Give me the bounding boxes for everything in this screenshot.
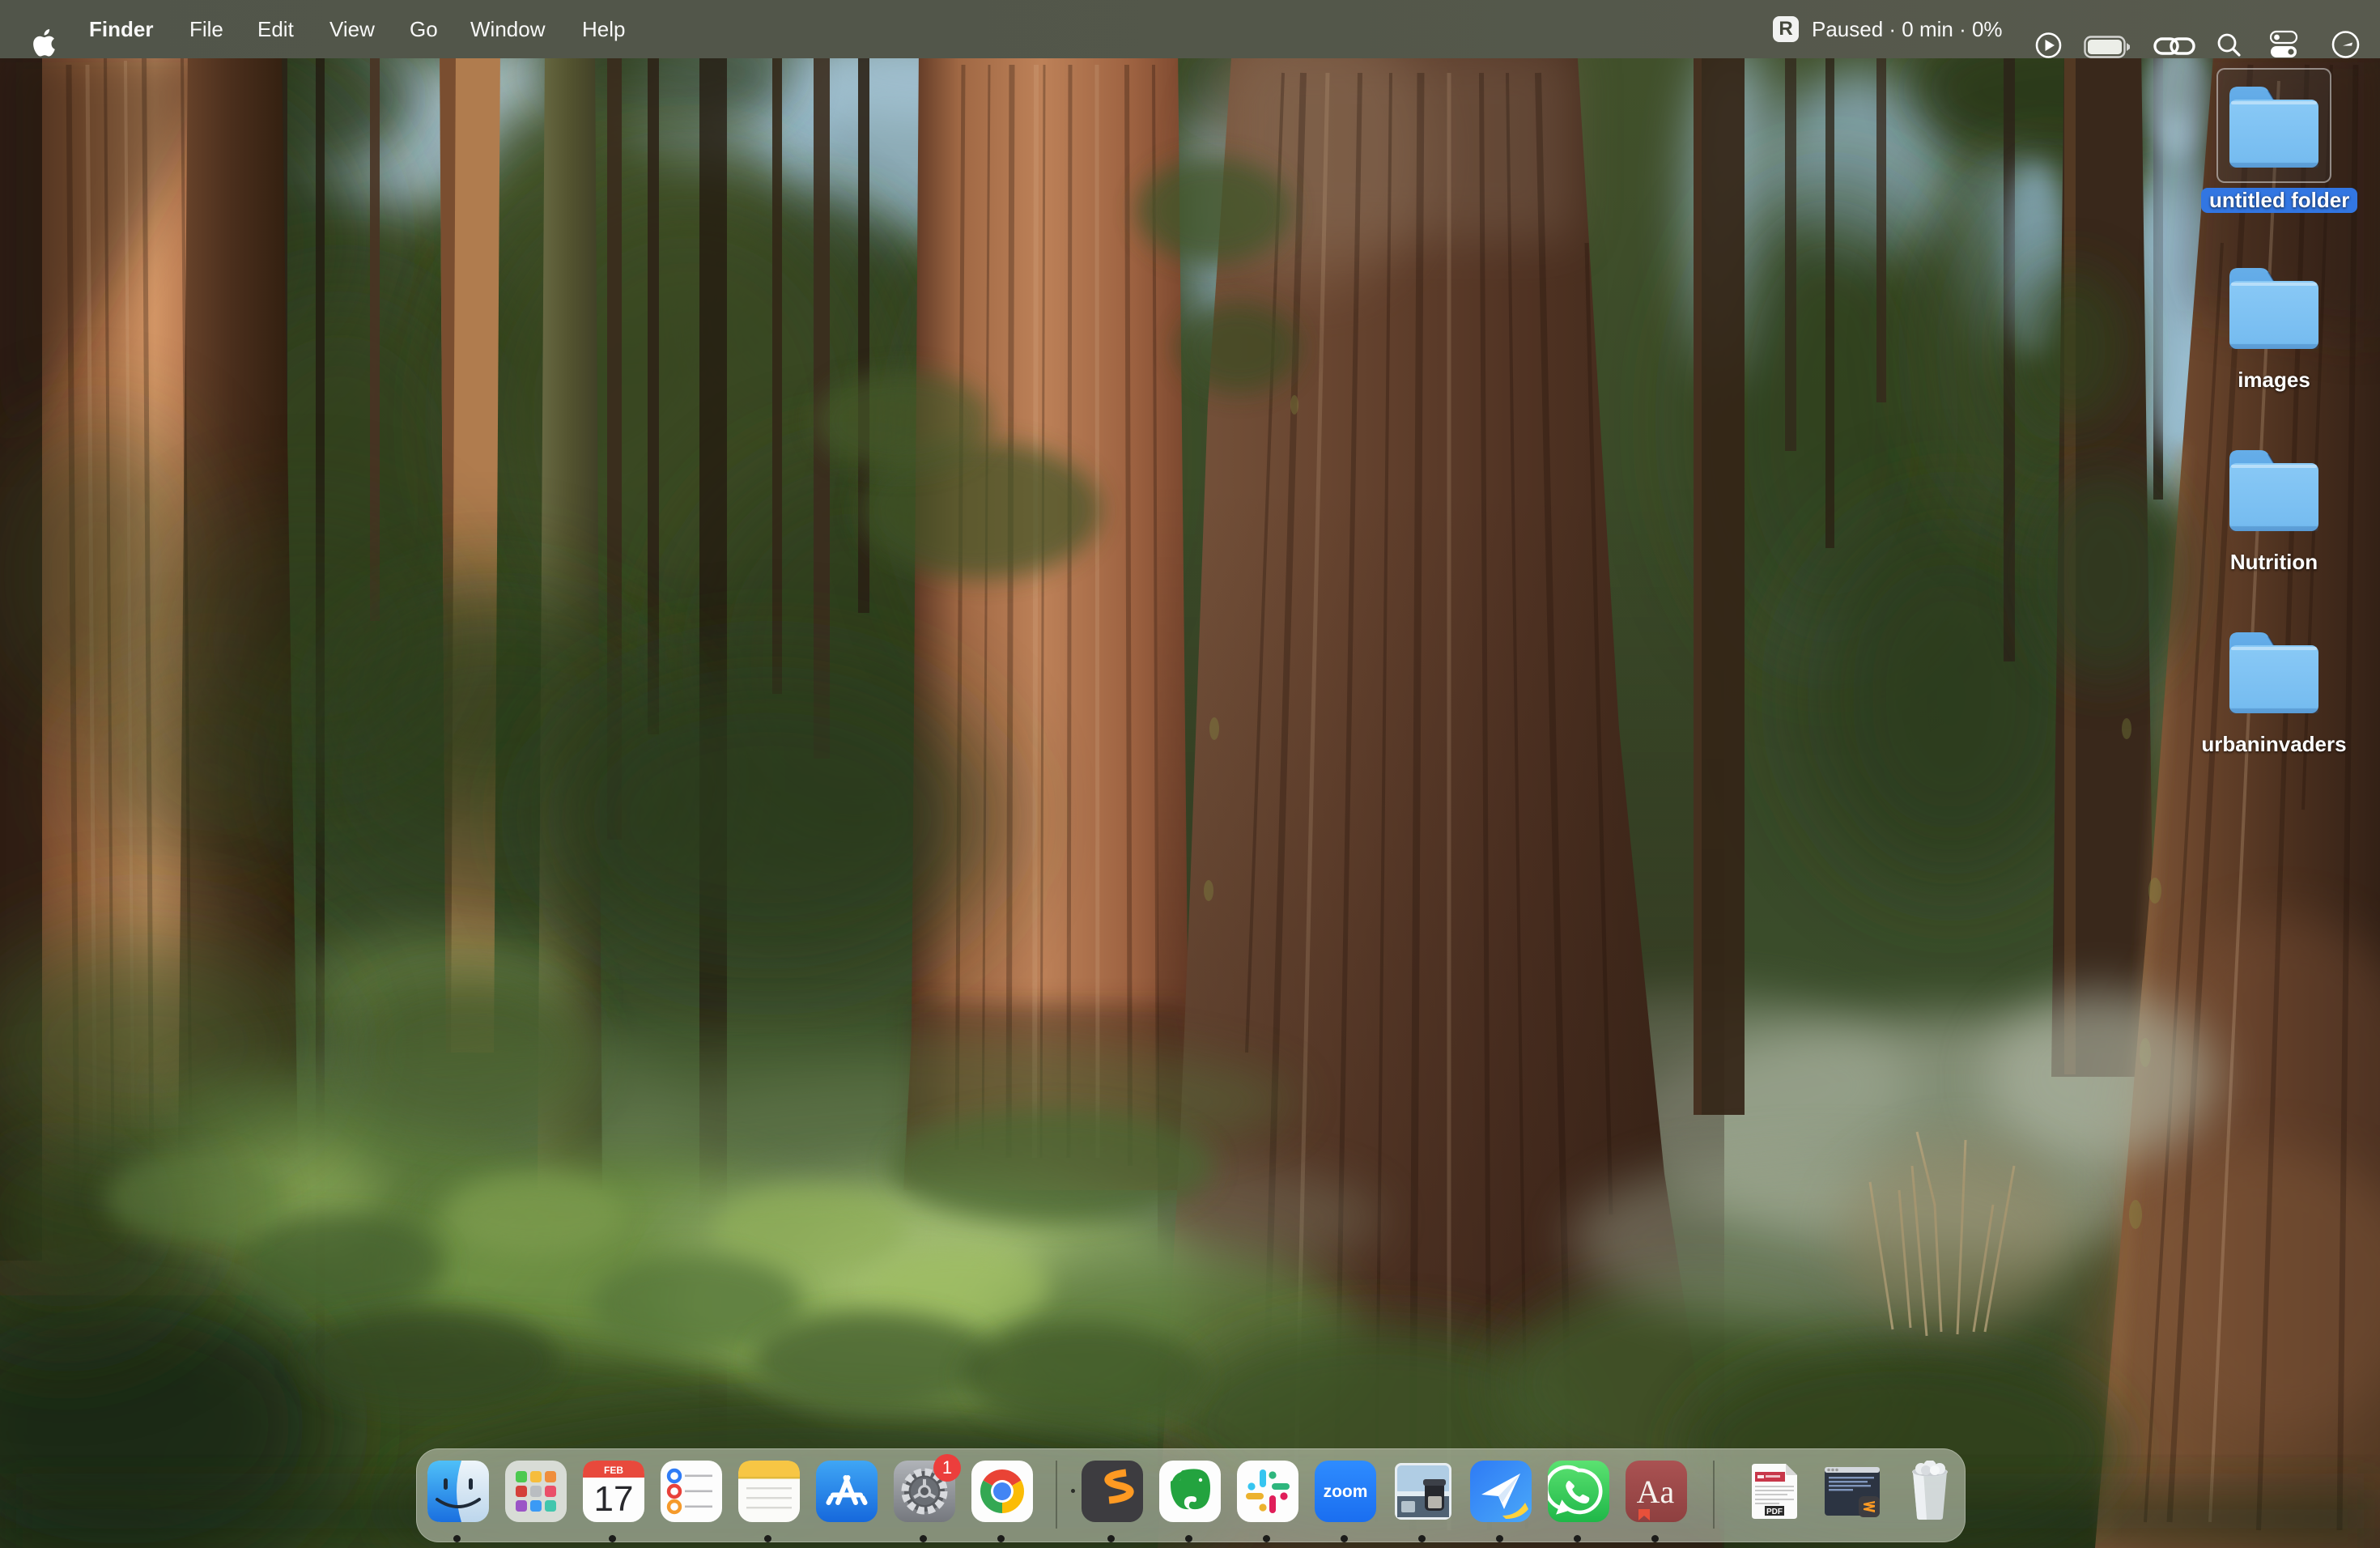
svg-text:PDF: PDF <box>1766 1508 1783 1516</box>
svg-text:FEB: FEB <box>604 1465 623 1476</box>
svg-text:17: 17 <box>594 1479 634 1519</box>
svg-text:Aa: Aa <box>1637 1474 1675 1510</box>
svg-text:zoom: zoom <box>1324 1482 1368 1501</box>
